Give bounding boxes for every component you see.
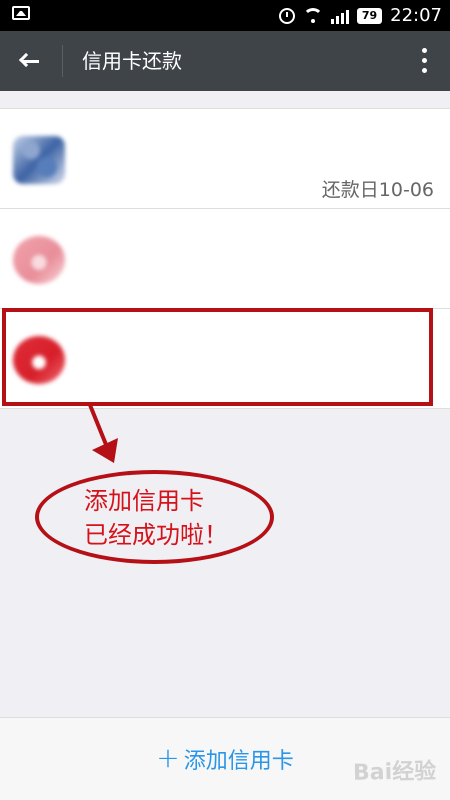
image-icon (12, 6, 30, 20)
status-bar: 79 22:07 (0, 0, 450, 31)
more-dot-icon (422, 58, 427, 63)
credit-card-row-3[interactable] (0, 309, 450, 409)
credit-card-row-1[interactable]: 还款日10-06 (0, 109, 450, 209)
back-arrow-icon (22, 60, 39, 63)
bank-logo-icon (13, 236, 65, 284)
bank-logo-icon (13, 136, 65, 184)
signal-icon (330, 8, 349, 24)
bank-logo-icon (13, 336, 65, 384)
success-callout (35, 470, 274, 564)
more-vertical-button[interactable] (414, 43, 434, 79)
credit-card-repayment-screen: 79 22:07 信用卡还款 还款日10-06 添加信用卡 已经成功啦！ + 添… (0, 0, 450, 800)
signal-bar (330, 18, 334, 24)
alarm-icon (278, 7, 295, 24)
wifi-icon (302, 7, 323, 24)
credit-card-row-2[interactable] (0, 209, 450, 309)
battery-icon: 79 (356, 7, 383, 24)
signal-bar (345, 9, 349, 24)
header-divider (62, 45, 63, 77)
baidu-watermark: Bai经验 (352, 759, 437, 786)
more-dot-icon (422, 48, 427, 53)
credit-card-list: 还款日10-06 (0, 108, 450, 409)
page-title: 信用卡还款 (82, 49, 182, 73)
plus-icon: + (156, 741, 180, 774)
status-icons: 79 22:07 (278, 0, 442, 31)
app-header: 信用卡还款 (0, 31, 450, 91)
add-credit-card-label: 添加信用卡 (183, 749, 294, 774)
callout-text-line-2: 已经成功啦！ (84, 521, 228, 549)
status-time: 22:07 (390, 5, 442, 26)
callout-text-line-1: 添加信用卡 (84, 487, 204, 515)
signal-bar (335, 15, 339, 24)
back-button[interactable] (10, 41, 50, 81)
annotation-arrow-icon (88, 405, 118, 463)
due-date: 还款日10-06 (321, 179, 434, 201)
signal-bar (340, 12, 344, 24)
more-dot-icon (422, 68, 427, 73)
